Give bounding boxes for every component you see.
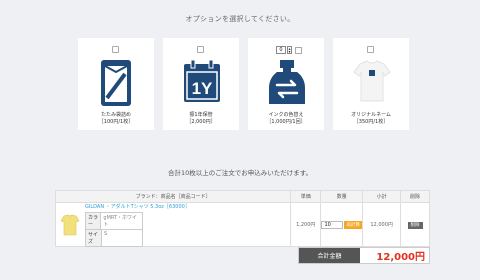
subtotal-cell: 12,000円 bbox=[362, 202, 402, 247]
option-price: ［100円/1枚］ bbox=[98, 119, 134, 125]
svg-text:1Y: 1Y bbox=[192, 79, 213, 98]
ink-qty-spinner[interactable]: ▴ ▾ bbox=[287, 46, 292, 54]
product-size: サイズ S bbox=[85, 229, 143, 247]
option-card-ink-change[interactable]: 0 ▴ ▾ インクの色替え ［1,000円/1回］ bbox=[248, 38, 324, 130]
color-label: カラー bbox=[86, 213, 102, 229]
order-total: 合計金額 12,000円 bbox=[298, 247, 430, 264]
quantity-cell: 10 再計算 bbox=[320, 202, 364, 247]
option-name: 振1年保管 bbox=[189, 112, 213, 118]
calendar-1y-icon: 1Y bbox=[184, 59, 220, 102]
total-amount: 12,000円 bbox=[376, 252, 425, 263]
size-label: サイズ bbox=[86, 230, 102, 246]
size-value: S bbox=[104, 231, 108, 237]
cart-table: ブランド：商品名［商品コード］ 単価 数量 小計 削除 GILDAN ・アダルト… bbox=[54, 190, 430, 247]
product-cell: GILDAN ・アダルトTシャツ 5.3oz［63000］ カラー gMRT・ホ… bbox=[54, 202, 292, 247]
cart-header-row: ブランド：商品名［商品コード］ 単価 数量 小計 削除 bbox=[54, 190, 430, 203]
ink-bottle-swap-icon bbox=[269, 60, 305, 104]
option-checkbox[interactable] bbox=[295, 46, 302, 54]
option-price: ［2,000円］ bbox=[186, 119, 216, 125]
page-heading: オプションを選択してください。 bbox=[185, 15, 295, 23]
product-title-link[interactable]: GILDAN ・アダルトTシャツ 5.3oz［63000］ bbox=[85, 203, 190, 210]
col-delete: 削除 bbox=[400, 190, 430, 203]
total-label: 合計金額 bbox=[299, 248, 360, 263]
col-product: ブランド：商品名［商品コード］ bbox=[54, 190, 292, 203]
delete-button[interactable]: 削除 bbox=[407, 221, 423, 229]
ink-qty-value[interactable]: 0 bbox=[276, 46, 286, 54]
minimum-order-notice: 合計10枚以上のご注文でお申込みいただけます。 bbox=[167, 169, 313, 177]
option-card-original-name[interactable]: オリジナルネーム ［350円/1枚］ bbox=[333, 38, 409, 130]
col-quantity: 数量 bbox=[320, 190, 364, 203]
delete-cell: 削除 bbox=[400, 202, 430, 247]
option-name: オリジナルネーム bbox=[351, 112, 391, 118]
option-name: たたみ袋詰め bbox=[100, 112, 131, 118]
option-name: インクの色替え bbox=[268, 112, 304, 118]
product-color: カラー gMRT・ホワイト bbox=[85, 212, 143, 230]
folded-bag-icon bbox=[101, 60, 131, 106]
option-card-storage[interactable]: 1Y 振1年保管 ［2,000円］ bbox=[163, 38, 239, 130]
product-thumbnail[interactable] bbox=[60, 214, 80, 236]
option-checkbox[interactable] bbox=[197, 46, 204, 53]
option-price: ［1,000円/1回］ bbox=[266, 119, 306, 125]
option-price: ［350円/1枚］ bbox=[353, 119, 389, 125]
option-card-folded-bag[interactable]: たたみ袋詰め ［100円/1枚］ bbox=[78, 38, 154, 130]
quantity-input[interactable]: 10 bbox=[321, 220, 344, 229]
option-checkbox[interactable] bbox=[112, 46, 119, 53]
col-unit-price: 単価 bbox=[290, 190, 322, 203]
table-row: GILDAN ・アダルトTシャツ 5.3oz［63000］ カラー gMRT・ホ… bbox=[54, 202, 430, 247]
option-checkbox[interactable] bbox=[367, 46, 374, 53]
color-value: gMRT・ホワイト bbox=[103, 215, 138, 228]
unit-price-cell: 1,200円 bbox=[290, 202, 322, 247]
ink-change-qty[interactable]: 0 ▴ ▾ bbox=[276, 46, 302, 54]
recalculate-button[interactable]: 再計算 bbox=[344, 220, 362, 229]
col-subtotal: 小計 bbox=[362, 190, 402, 203]
option-cards: たたみ袋詰め ［100円/1枚］ 1Y 振1年保管 ［2,000円］ 0 ▴ ▾ … bbox=[78, 38, 409, 130]
tshirt-label-icon bbox=[353, 60, 391, 102]
